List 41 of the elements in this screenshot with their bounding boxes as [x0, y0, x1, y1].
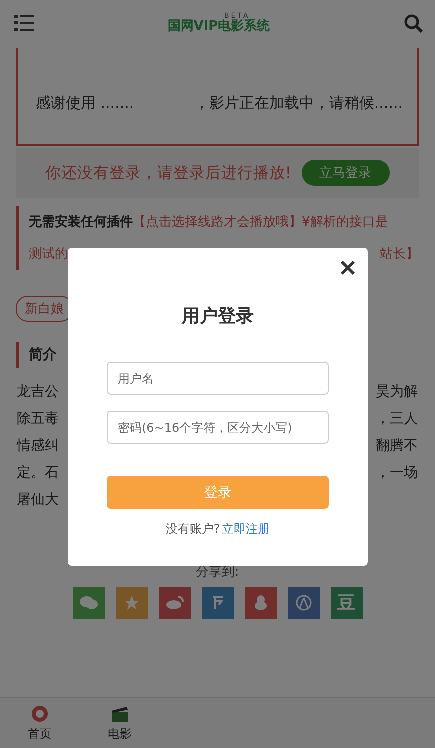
submit-button[interactable]: 登录: [107, 476, 329, 509]
share-button[interactable]: 豆: [330, 587, 362, 619]
notice-text: 无需安装任何插件【点击选择线路才会播放哦】¥解析的接口是: [29, 214, 388, 231]
chat-bubbles-icon: [80, 596, 98, 610]
nav-item[interactable]: 首页: [0, 698, 80, 748]
share-button[interactable]: [202, 587, 234, 619]
share-button[interactable]: [288, 587, 320, 619]
synopsis-text: 翻腾不: [376, 436, 418, 454]
synopsis-text: ，一场: [376, 464, 418, 482]
notice-text: 站长】: [380, 246, 419, 263]
synopsis-text: 定。石: [17, 464, 59, 482]
lifebuoy-icon: [30, 704, 50, 724]
password-field[interactable]: 密码(6~16个字符，区分大小写): [107, 411, 329, 444]
share-button[interactable]: [158, 587, 190, 619]
synopsis-text: 龙吉公: [17, 382, 59, 400]
login-button[interactable]: 立马登录: [302, 160, 390, 186]
login-prompt: 你还没有登录，请登录后进行播放!: [45, 162, 292, 184]
synopsis-text: 情感纠: [17, 436, 59, 454]
person-circle-icon: [296, 595, 312, 611]
share-button[interactable]: [72, 587, 104, 619]
penguin-icon: [254, 595, 268, 611]
register-prompt: 没有账户?: [166, 521, 220, 538]
synopsis-text: ，三人: [376, 410, 418, 428]
share-label: 分享到:: [196, 564, 240, 581]
close-icon[interactable]: [340, 260, 356, 276]
share-button[interactable]: [116, 587, 148, 619]
notice-text: 测试的: [29, 246, 68, 263]
dialog-title: 用户登录: [182, 305, 254, 328]
synopsis-text: 屠仙大: [17, 490, 59, 508]
nav-item[interactable]: 电影: [80, 698, 160, 748]
menu-icon[interactable]: [14, 15, 34, 31]
star-icon: [124, 595, 140, 611]
synopsis-text: 除五毒: [17, 410, 59, 428]
synopsis-text: 昊为解: [376, 382, 418, 400]
register-link[interactable]: 立即注册: [222, 521, 270, 538]
username-field[interactable]: 用户名: [107, 362, 329, 395]
site-logo[interactable]: 国网VIP电影系统: [168, 20, 270, 34]
share-button[interactable]: [244, 587, 276, 619]
loading-message: 感谢使用 .......: [36, 94, 134, 112]
search-icon[interactable]: [404, 14, 423, 32]
loading-message: ，影片正在加载中，请稍候......: [194, 94, 403, 112]
